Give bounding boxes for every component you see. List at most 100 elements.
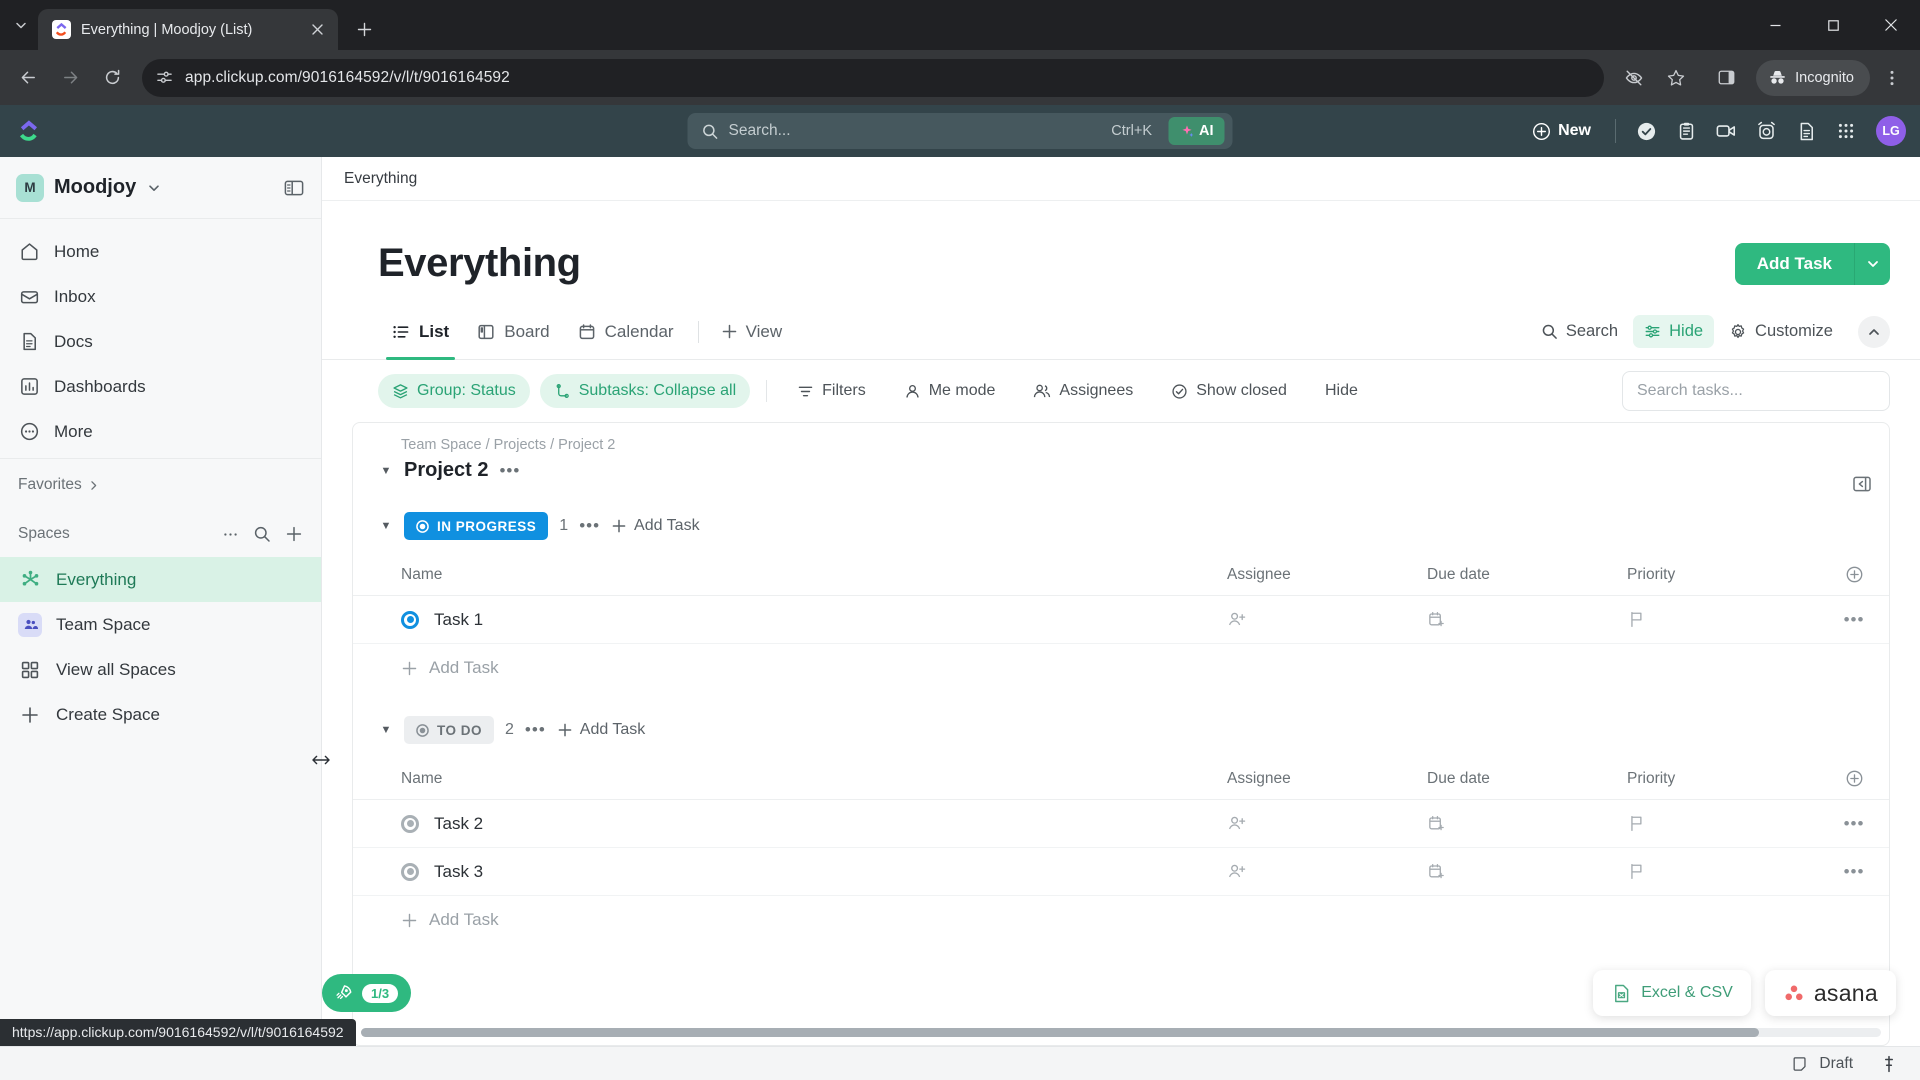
import-asana-card[interactable]: asana <box>1764 970 1896 1016</box>
column-header-name[interactable]: Name <box>401 566 1227 584</box>
task-status-dot-icon[interactable] <box>401 814 419 833</box>
priority-flag-icon[interactable] <box>1627 814 1837 833</box>
window-maximize-icon[interactable] <box>1804 0 1862 50</box>
column-header-due-date[interactable]: Due date <box>1427 770 1627 788</box>
filter-filters[interactable]: Filters <box>783 374 880 408</box>
task-row-ellipsis-icon[interactable]: ••• <box>1837 814 1871 834</box>
collapse-panel-icon[interactable] <box>1851 473 1873 495</box>
view-hide-button[interactable]: Hide <box>1633 315 1715 348</box>
sidebar-create-space[interactable]: Create Space <box>0 692 321 737</box>
priority-flag-icon[interactable] <box>1627 610 1837 629</box>
global-search-input[interactable]: Search... Ctrl+K AI <box>687 113 1233 149</box>
sidebar-space-everything[interactable]: Everything <box>0 557 321 602</box>
column-header-name[interactable]: Name <box>401 770 1227 788</box>
task-row-ellipsis-icon[interactable]: ••• <box>1837 610 1871 630</box>
onboarding-progress-pill[interactable]: 1/3 <box>322 974 412 1012</box>
add-assignee-icon[interactable] <box>1227 814 1427 833</box>
filter-me-mode[interactable]: Me mode <box>890 374 1010 408</box>
spaces-search-icon[interactable] <box>253 525 271 543</box>
alarm-clock-icon[interactable] <box>1748 113 1784 149</box>
task-name-cell[interactable]: Task 2 <box>401 814 1227 834</box>
add-date-icon[interactable] <box>1427 610 1627 629</box>
task-row-ellipsis-icon[interactable]: ••• <box>1837 862 1871 882</box>
document-icon[interactable] <box>1788 113 1824 149</box>
pin-icon[interactable] <box>1880 1055 1898 1073</box>
column-header-priority[interactable]: Priority <box>1627 770 1837 788</box>
status-add-task-button[interactable]: Add Task <box>611 517 700 535</box>
import-excel-csv-card[interactable]: Excel & CSV <box>1593 970 1751 1016</box>
task-status-dot-icon[interactable] <box>401 610 419 629</box>
filter-show-closed[interactable]: Show closed <box>1157 374 1301 408</box>
table-row[interactable]: Task 3 ••• <box>353 848 1889 896</box>
add-task-button[interactable]: Add Task <box>1734 242 1854 285</box>
task-status-dot-icon[interactable] <box>401 862 419 881</box>
group-title[interactable]: Project 2 <box>404 459 488 482</box>
user-avatar[interactable]: LG <box>1876 116 1906 146</box>
sidebar-toggle-icon[interactable] <box>283 177 305 199</box>
tab-list[interactable]: List <box>378 304 463 360</box>
tab-search-chevron-down-icon[interactable] <box>4 0 38 50</box>
group-caret-down-icon[interactable]: ▼ <box>379 465 393 477</box>
collapse-header-chevron-up-icon[interactable] <box>1858 315 1890 348</box>
sidebar-resize-handle[interactable] <box>312 751 330 769</box>
workspace-chevron-down-icon[interactable] <box>148 182 160 194</box>
workspace-header[interactable]: M Moodjoy <box>0 157 321 219</box>
status-badge[interactable]: IN PROGRESS <box>404 512 549 540</box>
ai-button[interactable]: AI <box>1168 117 1225 145</box>
status-ellipsis-icon[interactable]: ••• <box>579 516 600 536</box>
add-task-chevron-down-icon[interactable] <box>1854 242 1890 285</box>
forward-arrow-icon[interactable] <box>50 58 90 98</box>
sidebar-section-favorites[interactable]: Favorites <box>0 459 321 511</box>
table-row[interactable]: Task 1 ••• <box>353 596 1889 644</box>
group-add-task-row[interactable]: Add Task <box>353 896 1889 944</box>
sidebar-space-team-space[interactable]: Team Space <box>0 602 321 647</box>
window-minimize-icon[interactable] <box>1746 0 1804 50</box>
sidebar-item-home[interactable]: Home <box>0 229 321 274</box>
table-row[interactable]: Task 2 ••• <box>353 800 1889 848</box>
column-header-assignee[interactable]: Assignee <box>1227 566 1427 584</box>
add-assignee-icon[interactable] <box>1227 610 1427 629</box>
column-header-due-date[interactable]: Due date <box>1427 566 1627 584</box>
breadcrumb-label[interactable]: Everything <box>344 170 417 188</box>
scrollbar-thumb[interactable] <box>361 1028 1760 1037</box>
sidebar-item-dashboards[interactable]: Dashboards <box>0 364 321 409</box>
view-search-button[interactable]: Search <box>1530 315 1629 348</box>
add-column-plus-circle-icon[interactable] <box>1837 769 1871 788</box>
status-caret-down-icon[interactable]: ▼ <box>379 520 393 532</box>
sidebar-item-docs[interactable]: Docs <box>0 319 321 364</box>
clickup-logo[interactable] <box>14 116 44 146</box>
tab-close-icon[interactable] <box>306 19 328 41</box>
browser-menu-icon[interactable] <box>1872 58 1912 98</box>
task-name-cell[interactable]: Task 3 <box>401 862 1227 882</box>
draft-indicator[interactable]: Draft <box>1792 1055 1898 1073</box>
bookmark-star-icon[interactable] <box>1656 58 1696 98</box>
add-view-button[interactable]: View <box>709 322 795 342</box>
spaces-ellipsis-icon[interactable] <box>222 526 239 543</box>
horizontal-scrollbar[interactable] <box>353 1028 1889 1037</box>
tab-calendar[interactable]: Calendar <box>564 304 688 360</box>
status-add-task-button[interactable]: Add Task <box>557 721 645 739</box>
new-tab-button[interactable] <box>346 11 382 47</box>
address-bar[interactable]: app.clickup.com/9016164592/v/l/t/9016164… <box>142 58 1605 97</box>
browser-tab[interactable]: Everything | Moodjoy (List) <box>38 9 338 50</box>
status-caret-down-icon[interactable]: ▼ <box>379 724 393 736</box>
column-header-priority[interactable]: Priority <box>1627 566 1837 584</box>
side-panel-icon[interactable] <box>1706 58 1746 98</box>
search-tasks-input[interactable]: Search tasks... <box>1622 371 1890 411</box>
group-ellipsis-icon[interactable]: ••• <box>499 461 520 481</box>
scrollbar-track[interactable] <box>361 1028 1881 1037</box>
sidebar-view-all-spaces[interactable]: View all Spaces <box>0 647 321 692</box>
priority-flag-icon[interactable] <box>1627 862 1837 881</box>
video-camera-icon[interactable] <box>1708 113 1744 149</box>
add-column-plus-circle-icon[interactable] <box>1837 565 1871 584</box>
add-assignee-icon[interactable] <box>1227 862 1427 881</box>
task-name-cell[interactable]: Task 1 <box>401 610 1227 630</box>
column-header-assignee[interactable]: Assignee <box>1227 770 1427 788</box>
sidebar-item-more[interactable]: More <box>0 409 321 454</box>
back-arrow-icon[interactable] <box>8 58 48 98</box>
check-circle-icon[interactable] <box>1628 113 1664 149</box>
spaces-plus-icon[interactable] <box>285 525 303 543</box>
add-date-icon[interactable] <box>1427 814 1627 833</box>
sidebar-item-inbox[interactable]: Inbox <box>0 274 321 319</box>
window-close-icon[interactable] <box>1862 0 1920 50</box>
